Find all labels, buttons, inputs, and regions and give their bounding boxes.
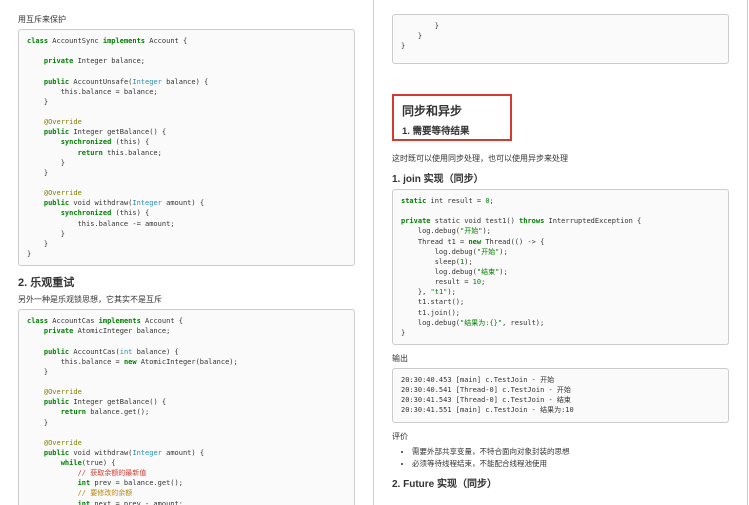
code-tail: } } } (392, 14, 729, 64)
code-account-sync: class AccountSync implements Account { p… (18, 29, 355, 266)
sync-async-heading: 同步和异步 (402, 102, 502, 119)
need-result-heading: 1. 需要等待结果 (402, 123, 502, 137)
page-left: 用互斥来保护 class AccountSync implements Acco… (0, 0, 374, 505)
left-intro-2: 另外一种是乐观锁思想，它其实不是互斥 (18, 294, 355, 305)
output-label: 输出 (392, 353, 729, 364)
code-account-cas: class AccountCas implements Account { pr… (18, 309, 355, 505)
heading-optimistic: 2. 乐观重试 (18, 274, 355, 290)
heading-future: 2. Future 实现（同步） (392, 475, 729, 490)
eval-item-1: 需要外部共享变量，不特合面向对象封装的思想 (412, 446, 729, 457)
eval-item-2: 必须等待线程结束，不能配合线程池使用 (412, 458, 729, 469)
right-intro-1: 这时既可以使用同步处理，也可以使用异步来处理 (392, 153, 729, 164)
output-block: 20:30:40.453 [main] c.TestJoin - 开始 20:3… (392, 368, 729, 423)
eval-label: 评价 (392, 431, 729, 442)
left-intro-1: 用互斥来保护 (18, 14, 355, 25)
page-right: } } } 同步和异步 1. 需要等待结果 这时既可以使用同步处理，也可以使用异… (374, 0, 748, 505)
heading-join: 1. join 实现（同步） (392, 170, 729, 185)
eval-list: 需要外部共享变量，不特合面向对象封装的思想 必须等待线程结束，不能配合线程池使用 (412, 446, 729, 469)
code-join: static int result = 0; private static vo… (392, 189, 729, 345)
highlight-box: 同步和异步 1. 需要等待结果 (392, 94, 512, 141)
